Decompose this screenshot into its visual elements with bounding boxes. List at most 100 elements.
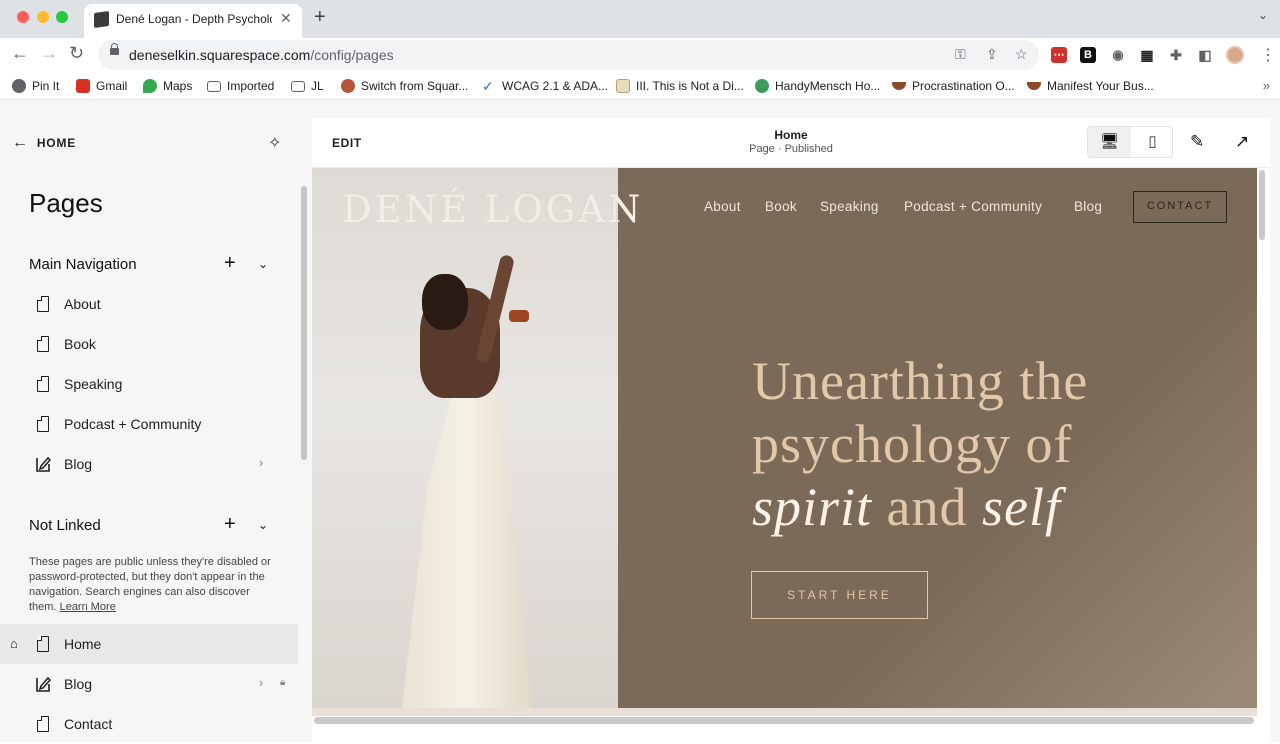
bookmark-item[interactable]: Switch from Squar... bbox=[341, 79, 468, 93]
preview-horizontal-scrollbar[interactable] bbox=[314, 717, 1254, 724]
pages-sidebar: ← HOME ✧ Pages Main Navigation + ⌄ About… bbox=[0, 100, 300, 742]
sidebar-item-about[interactable]: About bbox=[0, 284, 298, 324]
bookmark-item[interactable]: III. This is Not a Di... bbox=[616, 79, 744, 93]
key-icon[interactable]: ⚿ bbox=[955, 46, 966, 63]
bowl-icon bbox=[892, 82, 906, 90]
mobile-view-icon[interactable]: ▯ bbox=[1131, 127, 1174, 157]
bookmark-item[interactable]: Procrastination O... bbox=[892, 79, 1015, 93]
url-host: deneselkin.squarespace.com bbox=[129, 47, 311, 63]
extension-red-icon[interactable]: ⋯ bbox=[1051, 47, 1067, 63]
blog-edit-icon bbox=[36, 676, 51, 692]
tab-title: Dené Logan - Depth Psycholo bbox=[116, 12, 272, 26]
arrow-left-icon: ← bbox=[12, 134, 29, 151]
sidebar-item-speaking[interactable]: Speaking bbox=[0, 364, 298, 404]
bookmark-label: JL bbox=[311, 79, 324, 93]
bookmark-item[interactable]: Pin It bbox=[12, 79, 59, 93]
bookmark-star-icon[interactable]: ☆ bbox=[1015, 46, 1028, 63]
grid-extension-icon[interactable]: ▦ bbox=[1139, 47, 1155, 63]
site-nav-podcast-community[interactable]: Podcast + Community bbox=[904, 199, 1042, 214]
chevron-right-icon[interactable]: › bbox=[259, 675, 263, 690]
bookmark-label: WCAG 2.1 & ADA... bbox=[502, 79, 609, 93]
page-title: Pages bbox=[29, 188, 103, 218]
add-page-not-linked-button[interactable]: + bbox=[224, 513, 236, 536]
sidebar-item-contact[interactable]: Contact bbox=[0, 704, 298, 744]
start-here-button[interactable]: START HERE bbox=[751, 571, 928, 619]
bookmark-item[interactable]: HandyMensch Ho... bbox=[755, 79, 880, 93]
preview-vertical-scrollbar[interactable] bbox=[1259, 170, 1265, 240]
tab-search-chevron-icon[interactable]: ⌄ bbox=[1258, 8, 1268, 22]
photo-hair-shape bbox=[422, 274, 468, 330]
side-panel-icon[interactable]: ◧ bbox=[1197, 47, 1213, 63]
bookmark-item[interactable]: Manifest Your Bus... bbox=[1027, 79, 1154, 93]
gmail-icon bbox=[76, 79, 90, 93]
browser-tab-active[interactable]: Dené Logan - Depth Psycholo ✕ bbox=[84, 4, 302, 38]
back-button[interactable]: ← bbox=[11, 43, 29, 64]
forward-button[interactable]: → bbox=[40, 43, 58, 64]
desktop-view-icon[interactable]: 🖥︎ bbox=[1088, 127, 1131, 157]
site-nav-about[interactable]: About bbox=[704, 199, 741, 214]
home-back-link[interactable]: ← HOME bbox=[12, 134, 76, 152]
browser-menu-icon[interactable]: ⋮ bbox=[1260, 45, 1276, 65]
reload-button[interactable]: ↻ bbox=[69, 43, 84, 64]
tab-close-icon[interactable]: ✕ bbox=[280, 10, 292, 27]
bowl-icon bbox=[1027, 82, 1041, 90]
bookmark-item[interactable]: Gmail bbox=[76, 79, 127, 93]
site-logo[interactable]: DENÉ LOGAN bbox=[342, 188, 643, 231]
bookmark-item[interactable]: Imported bbox=[207, 79, 274, 93]
collapse-not-linked-chevron-icon[interactable]: ⌄ bbox=[258, 518, 268, 532]
extensions-puzzle-icon[interactable]: ✚ bbox=[1168, 47, 1184, 63]
site-nav-speaking[interactable]: Speaking bbox=[820, 199, 879, 214]
sidebar-scrollbar[interactable] bbox=[301, 186, 307, 460]
hero-headline: Unearthing the psychology of spirit and … bbox=[752, 350, 1232, 539]
new-tab-button[interactable]: + bbox=[314, 6, 326, 29]
site-styles-brush-icon[interactable]: ✎ bbox=[1190, 132, 1204, 152]
learn-more-link[interactable]: Learn More bbox=[60, 601, 116, 613]
bookmarks-bar: Pin It Gmail Maps Imported JL Switch fro… bbox=[0, 72, 1280, 100]
profile-avatar[interactable] bbox=[1226, 46, 1244, 64]
open-external-arrow-icon[interactable]: ↗ bbox=[1235, 132, 1249, 152]
camera-icon[interactable]: ◉ bbox=[1110, 47, 1126, 63]
pin-icon[interactable]: ✧ bbox=[268, 133, 281, 153]
squarespace-editor: ← HOME ✧ Pages Main Navigation + ⌄ About… bbox=[0, 100, 1280, 742]
website-hero[interactable]: DENÉ LOGAN About Book Speaking Podcast +… bbox=[312, 168, 1257, 708]
headline-and: and bbox=[872, 477, 983, 537]
add-page-main-nav-button[interactable]: + bbox=[224, 252, 236, 275]
site-icon bbox=[616, 79, 630, 93]
sidebar-item-book[interactable]: Book bbox=[0, 324, 298, 364]
hero-photo bbox=[312, 168, 618, 708]
site-nav-blog[interactable]: Blog bbox=[1074, 199, 1102, 214]
headline-line-1: Unearthing the bbox=[752, 351, 1089, 411]
maximize-window-button[interactable] bbox=[56, 11, 68, 23]
bookmark-item[interactable]: ✓ WCAG 2.1 & ADA... bbox=[482, 79, 608, 93]
next-section-strip bbox=[312, 708, 1257, 716]
sidebar-item-blog-unlinked[interactable]: Blog › 🔒︎ bbox=[0, 664, 298, 704]
bookmark-label: Maps bbox=[163, 79, 193, 93]
site-nav-book[interactable]: Book bbox=[765, 199, 797, 214]
chevron-right-icon[interactable]: › bbox=[259, 455, 263, 470]
sidebar-item-blog[interactable]: Blog › bbox=[0, 444, 298, 484]
bookmark-item[interactable]: Maps bbox=[143, 79, 192, 93]
bookmark-label: Gmail bbox=[96, 79, 128, 93]
collapse-main-nav-chevron-icon[interactable]: ⌄ bbox=[258, 257, 268, 271]
contact-button[interactable]: CONTACT bbox=[1133, 191, 1227, 223]
close-window-button[interactable] bbox=[17, 11, 29, 23]
browser-tab-strip: Dené Logan - Depth Psycholo ✕ + ⌄ bbox=[0, 0, 1280, 38]
headline-line-3: spirit and self bbox=[752, 476, 1232, 539]
share-icon[interactable]: ⇪ bbox=[986, 46, 998, 63]
folder-icon bbox=[207, 80, 221, 92]
minimize-window-button[interactable] bbox=[37, 11, 49, 23]
bookmark-label: Procrastination O... bbox=[912, 79, 1015, 93]
headline-line-2: psychology of bbox=[752, 414, 1073, 474]
extension-b-icon[interactable]: B bbox=[1080, 47, 1096, 63]
sidebar-item-home[interactable]: ⌂ Home bbox=[0, 624, 298, 664]
bookmark-label: Imported bbox=[227, 79, 275, 93]
bookmark-item[interactable]: JL bbox=[291, 79, 324, 93]
sidebar-item-label: Contact bbox=[64, 716, 113, 732]
headline-spirit: spirit bbox=[752, 477, 873, 537]
address-bar[interactable]: deneselkin.squarespace.com/config/pages … bbox=[98, 40, 1039, 70]
url-text[interactable]: deneselkin.squarespace.com/config/pages bbox=[129, 47, 394, 63]
sidebar-item-podcast-community[interactable]: Podcast + Community bbox=[0, 404, 298, 444]
bookmarks-overflow-icon[interactable]: » bbox=[1263, 78, 1270, 93]
page-icon bbox=[37, 296, 49, 312]
bookmark-label: Switch from Squar... bbox=[361, 79, 469, 93]
